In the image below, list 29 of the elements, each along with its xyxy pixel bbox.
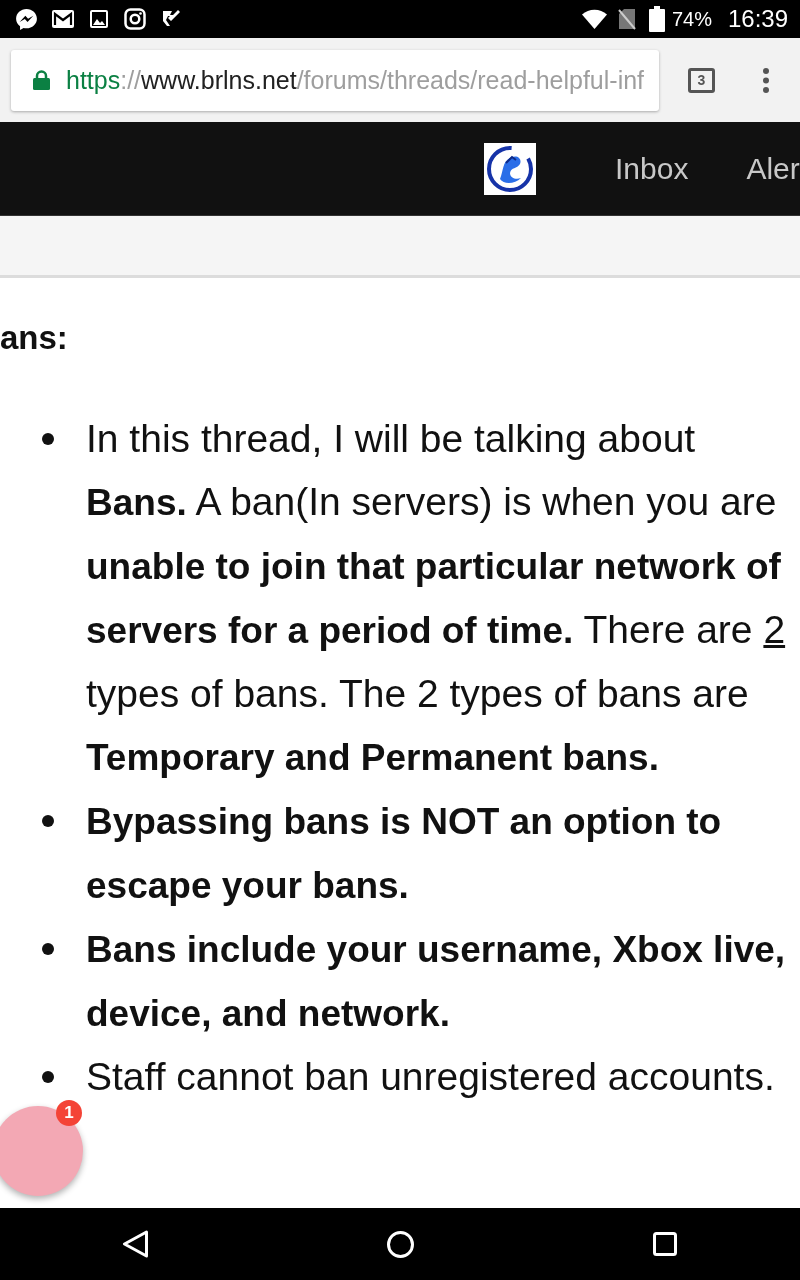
battery-percentage: 74%	[671, 7, 712, 31]
recents-icon[interactable]	[653, 1232, 677, 1256]
bullet-text: Bypassing bans is NOT an option to escape your bans.	[86, 800, 723, 908]
instagram-icon	[124, 8, 146, 30]
tab-switcher-button[interactable]: 3	[688, 67, 715, 93]
bullet-icon	[42, 814, 54, 827]
wifi-icon	[581, 9, 607, 29]
clock-time: 16:39	[727, 5, 788, 33]
bullet-text: In this thread, I will be talking about Bans. A ban(In servers) is when you are unable to join that particular network of servers for a period of time. There are 2 types of bans. The 2 types of bans are Temporary and Permanent bans.	[86, 416, 787, 780]
back-icon[interactable]	[121, 1230, 149, 1258]
bullet-icon	[42, 1070, 54, 1083]
bullet-icon	[42, 432, 54, 445]
bullet-text: Bans include your username, Xbox live, device, and network.	[86, 928, 787, 1036]
mail-icon	[52, 10, 74, 28]
bullet-text: Staff cannot ban unregistered accounts.	[86, 1054, 776, 1100]
gallery-icon	[90, 10, 108, 28]
nav-link[interactable]: Inbox	[615, 151, 689, 186]
check-icon	[162, 9, 181, 29]
no-sim-icon	[617, 8, 636, 30]
home-icon[interactable]	[386, 1230, 414, 1258]
menu-icon[interactable]	[763, 67, 769, 93]
post-heading: ans:	[0, 318, 69, 358]
nav-link[interactable]: Aler	[746, 151, 800, 186]
url-field[interactable]: https://www.brlns.net/forums/threads/read-helpful-inf	[11, 49, 659, 111]
messenger-icon	[14, 6, 39, 32]
lock-icon	[33, 70, 50, 90]
logo-icon[interactable]	[484, 142, 536, 195]
battery-icon	[648, 6, 665, 32]
bullet-icon	[42, 942, 54, 955]
